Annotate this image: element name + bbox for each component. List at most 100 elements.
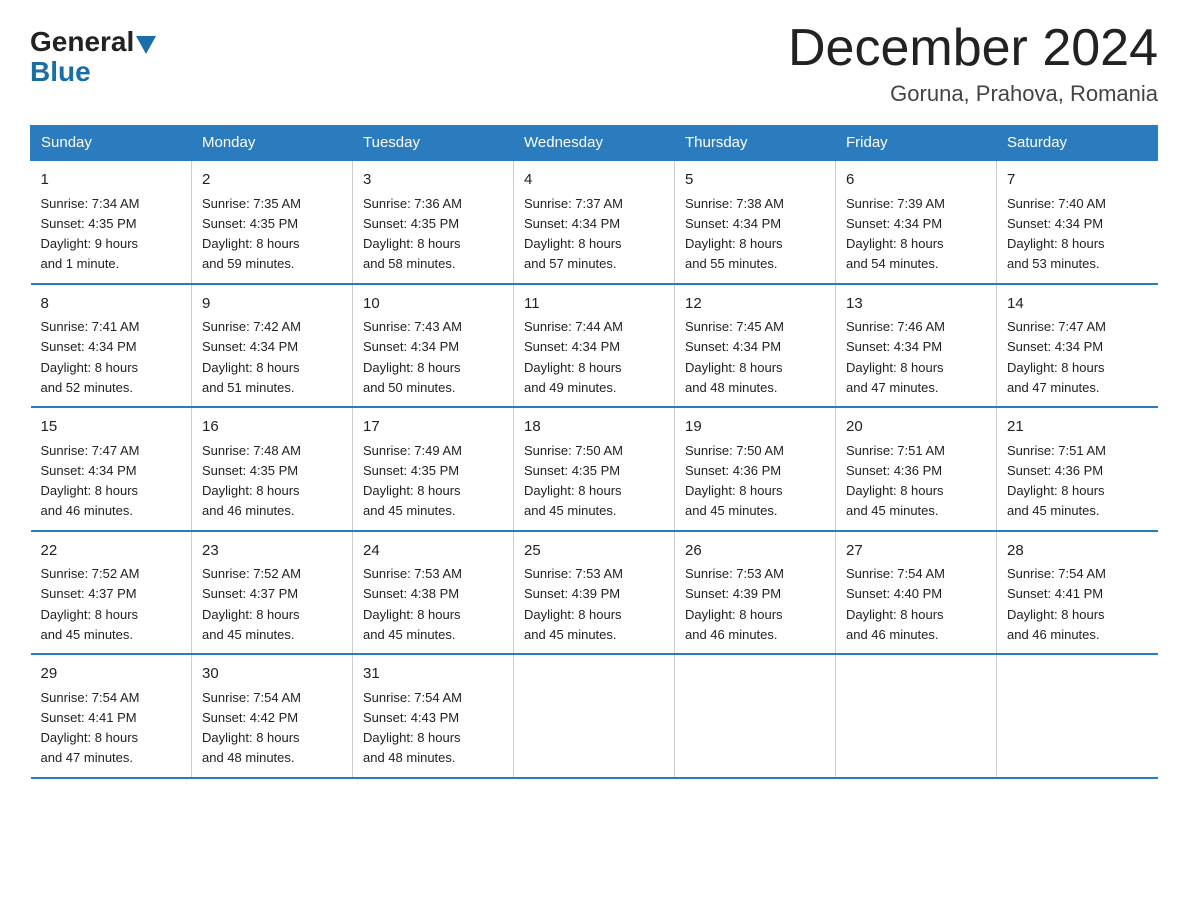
calendar-body: 1Sunrise: 7:34 AMSunset: 4:35 PMDaylight…: [31, 160, 1158, 778]
day-info: Sunrise: 7:35 AMSunset: 4:35 PMDaylight:…: [202, 196, 301, 272]
day-info: Sunrise: 7:37 AMSunset: 4:34 PMDaylight:…: [524, 196, 623, 272]
day-number: 6: [846, 169, 986, 192]
calendar-cell: [836, 654, 997, 778]
day-number: 25: [524, 540, 664, 563]
calendar-cell: 28 Sunrise: 7:54 AMSunset: 4:41 PMDayligh…: [997, 531, 1158, 655]
calendar-cell: 6 Sunrise: 7:39 AMSunset: 4:34 PMDaylight…: [836, 160, 997, 284]
col-friday: Friday: [836, 126, 997, 161]
day-info: Sunrise: 7:39 AMSunset: 4:34 PMDaylight:…: [846, 196, 945, 272]
day-number: 26: [685, 540, 825, 563]
day-info: Sunrise: 7:54 AMSunset: 4:41 PMDaylight:…: [41, 690, 140, 766]
week-row-4: 22 Sunrise: 7:52 AMSunset: 4:37 PMDayligh…: [31, 531, 1158, 655]
col-wednesday: Wednesday: [514, 126, 675, 161]
day-number: 7: [1007, 169, 1148, 192]
day-number: 31: [363, 663, 503, 686]
calendar-cell: 25 Sunrise: 7:53 AMSunset: 4:39 PMDayligh…: [514, 531, 675, 655]
calendar-header: Sunday Monday Tuesday Wednesday Thursday…: [31, 126, 1158, 161]
day-number: 20: [846, 416, 986, 439]
day-info: Sunrise: 7:41 AMSunset: 4:34 PMDaylight:…: [41, 319, 140, 395]
day-number: 22: [41, 540, 182, 563]
calendar-cell: 1Sunrise: 7:34 AMSunset: 4:35 PMDaylight…: [31, 160, 192, 284]
day-number: 9: [202, 293, 342, 316]
col-thursday: Thursday: [675, 126, 836, 161]
col-monday: Monday: [192, 126, 353, 161]
logo-blue-text: Blue: [30, 56, 91, 87]
calendar-cell: 12 Sunrise: 7:45 AMSunset: 4:34 PMDayligh…: [675, 284, 836, 408]
calendar-cell: 10Sunrise: 7:43 AMSunset: 4:34 PMDayligh…: [353, 284, 514, 408]
header-row: Sunday Monday Tuesday Wednesday Thursday…: [31, 126, 1158, 161]
day-info: Sunrise: 7:50 AMSunset: 4:35 PMDaylight:…: [524, 443, 623, 519]
calendar-cell: 29 Sunrise: 7:54 AMSunset: 4:41 PMDayligh…: [31, 654, 192, 778]
day-number: 30: [202, 663, 342, 686]
day-info: Sunrise: 7:44 AMSunset: 4:34 PMDaylight:…: [524, 319, 623, 395]
logo-triangle-icon: [136, 36, 156, 54]
calendar-cell: 26 Sunrise: 7:53 AMSunset: 4:39 PMDayligh…: [675, 531, 836, 655]
calendar-cell: 31 Sunrise: 7:54 AMSunset: 4:43 PMDayligh…: [353, 654, 514, 778]
logo-general-text: General: [30, 28, 134, 56]
day-number: 29: [41, 663, 182, 686]
day-info: Sunrise: 7:46 AMSunset: 4:34 PMDaylight:…: [846, 319, 945, 395]
day-number: 28: [1007, 540, 1148, 563]
week-row-1: 1Sunrise: 7:34 AMSunset: 4:35 PMDaylight…: [31, 160, 1158, 284]
day-number: 8: [41, 293, 182, 316]
calendar-cell: 9 Sunrise: 7:42 AMSunset: 4:34 PMDaylight…: [192, 284, 353, 408]
week-row-2: 8 Sunrise: 7:41 AMSunset: 4:34 PMDaylight…: [31, 284, 1158, 408]
calendar-cell: [514, 654, 675, 778]
day-number: 10: [363, 293, 503, 316]
calendar-cell: 21Sunrise: 7:51 AMSunset: 4:36 PMDayligh…: [997, 407, 1158, 531]
day-info: Sunrise: 7:47 AMSunset: 4:34 PMDaylight:…: [41, 443, 140, 519]
calendar-cell: 17Sunrise: 7:49 AMSunset: 4:35 PMDayligh…: [353, 407, 514, 531]
day-number: 12: [685, 293, 825, 316]
day-info: Sunrise: 7:50 AMSunset: 4:36 PMDaylight:…: [685, 443, 784, 519]
calendar-cell: 7Sunrise: 7:40 AMSunset: 4:34 PMDaylight…: [997, 160, 1158, 284]
day-info: Sunrise: 7:34 AMSunset: 4:35 PMDaylight:…: [41, 196, 140, 272]
day-info: Sunrise: 7:42 AMSunset: 4:34 PMDaylight:…: [202, 319, 301, 395]
day-number: 3: [363, 169, 503, 192]
day-info: Sunrise: 7:54 AMSunset: 4:41 PMDaylight:…: [1007, 566, 1106, 642]
day-info: Sunrise: 7:45 AMSunset: 4:34 PMDaylight:…: [685, 319, 784, 395]
day-number: 27: [846, 540, 986, 563]
calendar-cell: 2Sunrise: 7:35 AMSunset: 4:35 PMDaylight…: [192, 160, 353, 284]
day-number: 24: [363, 540, 503, 563]
main-title: December 2024: [788, 20, 1158, 77]
logo: General Blue: [30, 20, 158, 88]
day-info: Sunrise: 7:38 AMSunset: 4:34 PMDaylight:…: [685, 196, 784, 272]
day-info: Sunrise: 7:54 AMSunset: 4:42 PMDaylight:…: [202, 690, 301, 766]
week-row-3: 15 Sunrise: 7:47 AMSunset: 4:34 PMDayligh…: [31, 407, 1158, 531]
day-number: 23: [202, 540, 342, 563]
calendar-cell: [675, 654, 836, 778]
day-number: 18: [524, 416, 664, 439]
col-sunday: Sunday: [31, 126, 192, 161]
calendar-cell: 5Sunrise: 7:38 AMSunset: 4:34 PMDaylight…: [675, 160, 836, 284]
day-info: Sunrise: 7:51 AMSunset: 4:36 PMDaylight:…: [846, 443, 945, 519]
calendar-cell: [997, 654, 1158, 778]
day-info: Sunrise: 7:54 AMSunset: 4:43 PMDaylight:…: [363, 690, 462, 766]
day-info: Sunrise: 7:53 AMSunset: 4:39 PMDaylight:…: [524, 566, 623, 642]
calendar-cell: 22 Sunrise: 7:52 AMSunset: 4:37 PMDayligh…: [31, 531, 192, 655]
day-info: Sunrise: 7:52 AMSunset: 4:37 PMDaylight:…: [202, 566, 301, 642]
day-number: 19: [685, 416, 825, 439]
day-number: 17: [363, 416, 503, 439]
day-info: Sunrise: 7:54 AMSunset: 4:40 PMDaylight:…: [846, 566, 945, 642]
day-info: Sunrise: 7:53 AMSunset: 4:39 PMDaylight:…: [685, 566, 784, 642]
calendar-cell: 19 Sunrise: 7:50 AMSunset: 4:36 PMDayligh…: [675, 407, 836, 531]
calendar-cell: 30 Sunrise: 7:54 AMSunset: 4:42 PMDayligh…: [192, 654, 353, 778]
day-info: Sunrise: 7:52 AMSunset: 4:37 PMDaylight:…: [41, 566, 140, 642]
day-number: 4: [524, 169, 664, 192]
calendar-cell: 14Sunrise: 7:47 AMSunset: 4:34 PMDayligh…: [997, 284, 1158, 408]
calendar-cell: 18 Sunrise: 7:50 AMSunset: 4:35 PMDayligh…: [514, 407, 675, 531]
subtitle: Goruna, Prahova, Romania: [788, 81, 1158, 107]
day-info: Sunrise: 7:53 AMSunset: 4:38 PMDaylight:…: [363, 566, 462, 642]
day-number: 16: [202, 416, 342, 439]
calendar-cell: 23 Sunrise: 7:52 AMSunset: 4:37 PMDayligh…: [192, 531, 353, 655]
calendar-cell: 24 Sunrise: 7:53 AMSunset: 4:38 PMDayligh…: [353, 531, 514, 655]
calendar-cell: 4 Sunrise: 7:37 AMSunset: 4:34 PMDaylight…: [514, 160, 675, 284]
calendar-cell: 13 Sunrise: 7:46 AMSunset: 4:34 PMDayligh…: [836, 284, 997, 408]
day-info: Sunrise: 7:48 AMSunset: 4:35 PMDaylight:…: [202, 443, 301, 519]
day-number: 15: [41, 416, 182, 439]
calendar-cell: 11Sunrise: 7:44 AMSunset: 4:34 PMDayligh…: [514, 284, 675, 408]
col-saturday: Saturday: [997, 126, 1158, 161]
day-info: Sunrise: 7:51 AMSunset: 4:36 PMDaylight:…: [1007, 443, 1106, 519]
calendar-cell: 15 Sunrise: 7:47 AMSunset: 4:34 PMDayligh…: [31, 407, 192, 531]
day-number: 13: [846, 293, 986, 316]
